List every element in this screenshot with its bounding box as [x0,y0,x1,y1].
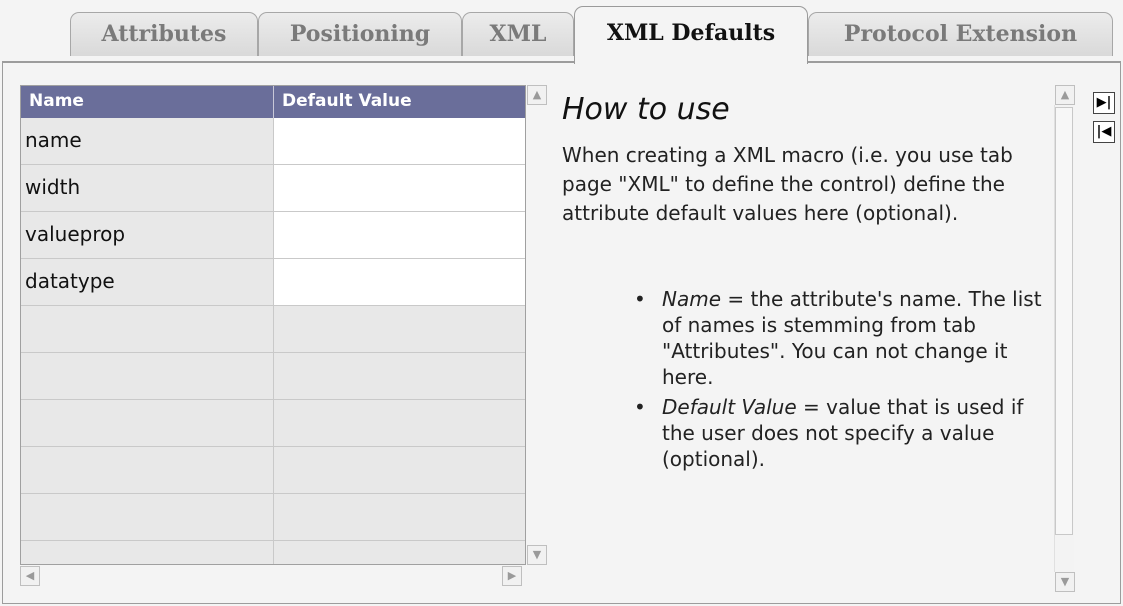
empty-row[interactable] [21,541,525,564]
empty-cell[interactable] [274,353,525,399]
help-list: • Name = the attribute's name. The list … [562,286,1042,472]
scroll-down-icon[interactable]: ▼ [527,545,547,565]
default-value-cell[interactable] [274,259,525,305]
default-value-cell[interactable] [274,212,525,258]
help-title: How to use [562,92,730,127]
empty-cell[interactable] [274,447,525,493]
empty-cell[interactable] [21,447,274,493]
help-vertical-scrollbar[interactable]: ▲ ▼ [1054,85,1076,592]
scroll-thumb[interactable] [1055,107,1073,535]
table-row[interactable]: width [21,165,525,212]
nav-first-icon[interactable]: |◀ [1093,121,1115,143]
column-header-name[interactable]: Name [21,86,274,118]
empty-cell[interactable] [21,541,274,564]
scroll-down-icon[interactable]: ▼ [1055,572,1075,592]
table-row[interactable]: name [21,118,525,165]
empty-cell[interactable] [274,541,525,564]
grid-horizontal-scrollbar[interactable]: ◀ ▶ [20,565,526,587]
scroll-up-icon[interactable]: ▲ [527,85,547,105]
empty-cell[interactable] [21,353,274,399]
scroll-right-icon[interactable]: ▶ [502,566,522,586]
name-cell[interactable]: datatype [21,259,274,305]
empty-cell[interactable] [274,400,525,446]
tab-xml[interactable]: XML [462,12,574,56]
help-intro: When creating a XML macro (i.e. you use … [562,143,1013,225]
default-value-cell[interactable] [274,118,525,164]
grid-vertical-scrollbar[interactable]: ▲ ▼ [526,85,548,565]
help-item-name: • Name = the attribute's name. The list … [634,286,1042,390]
tab-xml-defaults[interactable]: XML Defaults [574,6,808,64]
help-term: Name [662,287,722,311]
empty-cell[interactable] [274,494,525,540]
column-header-default-value[interactable]: Default Value [274,86,525,118]
empty-row[interactable] [21,447,525,494]
empty-cell[interactable] [21,306,274,352]
tab-bar: Attributes Positioning XML XML Defaults … [0,0,1123,64]
help-term: Default Value [662,395,797,419]
help-pane: How to use When creating a XML macro (i.… [562,82,1042,592]
empty-row[interactable] [21,306,525,353]
tab-positioning[interactable]: Positioning [258,12,462,56]
name-cell[interactable]: name [21,118,274,164]
help-item-default-value: • Default Value = value that is used if … [634,394,1042,472]
grid-header: Name Default Value [21,86,525,118]
scroll-up-icon[interactable]: ▲ [1055,85,1075,105]
table-row[interactable]: valueprop [21,212,525,259]
name-cell[interactable]: valueprop [21,212,274,258]
empty-row[interactable] [21,353,525,400]
tab-protocol-extension[interactable]: Protocol Extension [808,12,1113,56]
scroll-left-icon[interactable]: ◀ [20,566,40,586]
empty-cell[interactable] [274,306,525,352]
default-value-cell[interactable] [274,165,525,211]
tab-attributes[interactable]: Attributes [70,12,258,56]
empty-row[interactable] [21,400,525,447]
empty-cell[interactable] [21,400,274,446]
defaults-grid: Name Default Value name width valueprop … [20,85,526,565]
bullet-icon: • [634,287,646,311]
name-cell[interactable]: width [21,165,274,211]
nav-last-icon[interactable]: ▶| [1093,92,1115,114]
empty-row[interactable] [21,494,525,541]
table-row[interactable]: datatype [21,259,525,306]
empty-cell[interactable] [21,494,274,540]
bullet-icon: • [634,395,646,419]
